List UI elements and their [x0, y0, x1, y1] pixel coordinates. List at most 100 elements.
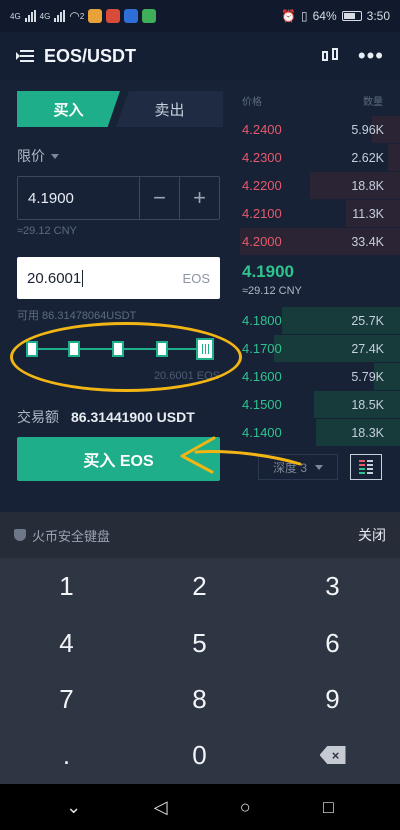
bid-price: 4.1600 [242, 369, 282, 384]
ask-price: 4.2200 [242, 178, 282, 193]
price-increase-button[interactable]: + [179, 177, 219, 219]
menu-icon[interactable] [16, 48, 36, 64]
col-qty: 数量 [363, 97, 383, 108]
depth-label: 深度 3 [272, 460, 307, 475]
bid-row[interactable]: 4.1800 25.7K [236, 307, 400, 334]
bid-row[interactable]: 4.1500 18.5K [236, 391, 400, 418]
ask-qty: 33.4K [351, 234, 384, 249]
bid-qty: 18.3K [351, 425, 384, 440]
slider-node-25[interactable] [68, 341, 80, 357]
shield-icon [14, 529, 26, 541]
wifi-icon: ◠ [69, 9, 80, 23]
app-notification-icon [124, 9, 139, 23]
ask-qty: 2.62K [351, 150, 384, 165]
ask-row[interactable]: 4.2300 2.62K [236, 144, 400, 171]
key-7[interactable]: 7 [0, 671, 133, 727]
key-9[interactable]: 9 [266, 671, 399, 727]
amount-value[interactable]: 20.6001 [27, 269, 84, 287]
backspace-key[interactable]: × [266, 727, 399, 783]
bid-qty: 5.79K [351, 369, 384, 384]
orderbook-layout-icon[interactable] [350, 454, 382, 480]
key-5[interactable]: 5 [133, 615, 266, 671]
app-header: EOS/USDT ••• [0, 32, 400, 80]
key-3[interactable]: 3 [266, 558, 399, 614]
app-notification-icon [88, 9, 103, 23]
last-price[interactable]: 4.1900 [242, 262, 294, 282]
price-decrease-button[interactable]: − [139, 177, 179, 219]
candlestick-chart-icon[interactable] [321, 46, 340, 66]
bid-qty: 18.5K [351, 397, 384, 412]
keyboard-title: 火币安全键盘 [32, 528, 111, 544]
keyboard-close-button[interactable]: 关闭 [358, 525, 386, 545]
ask-price: 4.2100 [242, 206, 282, 221]
order-type-select[interactable]: 限价 [17, 146, 59, 166]
price-value[interactable]: 4.1900 [18, 190, 139, 207]
key-0[interactable]: 0 [133, 727, 266, 783]
chevron-down-icon [51, 153, 59, 159]
ask-row[interactable]: 4.2200 18.8K [236, 172, 400, 199]
status-bar: 4G 4G ◠ 2 ⏰ ▯ 64% 3:50 [0, 0, 400, 32]
tab-buy[interactable]: 买入 [17, 91, 120, 127]
key-8[interactable]: 8 [133, 671, 266, 727]
ask-row[interactable]: 4.2400 5.96K [236, 116, 400, 143]
signal-icon-2 [54, 10, 66, 22]
keyboard-header: 火币安全键盘 关闭 [0, 512, 400, 558]
chevron-down-icon [315, 464, 323, 470]
battery-icon [341, 11, 362, 21]
key-6[interactable]: 6 [266, 615, 399, 671]
bid-row[interactable]: 4.1400 18.3K [236, 419, 400, 446]
clock: 3:50 [366, 9, 390, 23]
col-price: 价格 [242, 97, 262, 108]
key-2[interactable]: 2 [133, 558, 266, 614]
vibrate-icon: ▯ [301, 9, 308, 23]
ask-row[interactable]: 4.2000 33.4K [236, 228, 400, 255]
bid-price: 4.1700 [242, 341, 282, 356]
bid-price: 4.1800 [242, 313, 282, 328]
numeric-keypad: 1 2 3 4 5 6 7 8 9 . 0 × [0, 558, 400, 784]
more-icon[interactable]: ••• [358, 45, 384, 67]
price-cny: ≈29.12 CNY [17, 225, 77, 237]
network-type-1: 4G [10, 11, 21, 21]
pair-title[interactable]: EOS/USDT [44, 46, 136, 67]
tab-sell[interactable]: 卖出 [116, 91, 223, 127]
buy-sell-tabs: 买入 卖出 [17, 91, 223, 127]
last-price-cny: ≈29.12 CNY [242, 285, 302, 297]
battery-percent: 64% [312, 9, 337, 23]
bid-price: 4.1500 [242, 397, 282, 412]
slider-node-50[interactable] [112, 341, 124, 357]
order-type-label: 限价 [17, 148, 45, 164]
amount-input[interactable]: 20.6001 EOS [17, 257, 220, 299]
alarm-icon: ⏰ [281, 9, 296, 23]
app-notification-icon [106, 9, 121, 23]
nav-collapse-icon[interactable]: ⌄ [66, 797, 81, 818]
signal-icon [24, 10, 36, 22]
ask-qty: 11.3K [352, 206, 384, 221]
depth-select[interactable]: 深度 3 [258, 454, 338, 480]
nav-back-icon[interactable]: ◁ [154, 797, 168, 818]
amount-slider[interactable] [26, 337, 214, 361]
slider-node-75[interactable] [156, 341, 168, 357]
ask-qty: 18.8K [351, 178, 384, 193]
key-4[interactable]: 4 [0, 615, 133, 671]
price-input[interactable]: 4.1900 − + [17, 176, 220, 220]
nav-home-icon[interactable]: ○ [240, 797, 251, 818]
buy-eos-button[interactable]: 买入 EOS [17, 437, 220, 481]
ask-price: 4.2000 [242, 234, 282, 249]
bid-row[interactable]: 4.1700 27.4K [236, 335, 400, 362]
slider-handle[interactable] [196, 338, 214, 360]
backspace-icon: × [319, 746, 346, 764]
total-value: 86.31441900 USDT [71, 409, 195, 425]
key-1[interactable]: 1 [0, 558, 133, 614]
bid-qty: 25.7K [351, 313, 384, 328]
nav-recents-icon[interactable]: □ [323, 797, 334, 818]
total-row: 交易额 86.31441900 USDT [17, 407, 195, 427]
orderbook-header: 价格 数量 [242, 93, 383, 108]
ask-price: 4.2400 [242, 122, 282, 137]
ask-row[interactable]: 4.2100 11.3K [236, 200, 400, 227]
slider-amount: 20.6001 EOS [153, 370, 220, 382]
slider-node-0[interactable] [26, 341, 38, 357]
bid-price: 4.1400 [242, 425, 282, 440]
key-decimal[interactable]: . [0, 727, 133, 783]
amount-unit: EOS [182, 270, 210, 286]
bid-row[interactable]: 4.1600 5.79K [236, 363, 400, 390]
